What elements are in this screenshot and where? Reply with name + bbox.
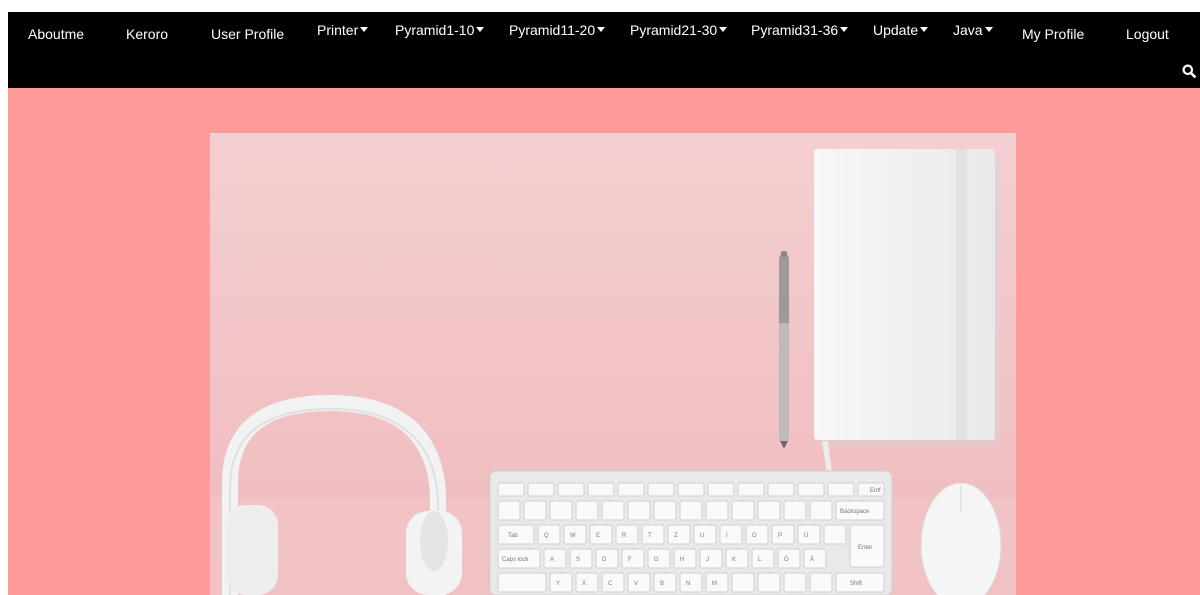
key-label-z: Z <box>674 533 678 539</box>
search-button[interactable] <box>1182 64 1196 78</box>
caret-down-icon <box>920 26 929 32</box>
key-label-enter: Enter <box>858 545 872 551</box>
key-label-r: R <box>622 533 627 539</box>
nav-printer-label: Printer <box>317 22 359 38</box>
key-label-x: X <box>582 581 586 587</box>
nav-printer-dropdown[interactable]: Printer <box>317 22 369 38</box>
hero-desk-image: Entf Backspace Tab Caps lock Enter Shift… <box>210 133 1016 595</box>
nav-pyramid11-20-dropdown[interactable]: Pyramid11-20 <box>509 22 606 38</box>
nav-pyramid21-30-label: Pyramid21-30 <box>630 22 718 38</box>
key-label-caps-lock: Caps lock <box>502 557 529 563</box>
nav-logout-label: Logout <box>1126 26 1169 42</box>
key-label-shift: Shift <box>850 581 862 587</box>
key-label-p: P <box>778 533 782 539</box>
nav-my-profile[interactable]: My Profile <box>1022 26 1084 42</box>
nav-keroro[interactable]: Keroro <box>126 26 168 42</box>
caret-down-icon <box>597 26 606 32</box>
nav-my-profile-label: My Profile <box>1022 26 1085 42</box>
nav-update-label: Update <box>873 22 919 38</box>
key-label-f: F <box>628 557 632 563</box>
key-label-j: J <box>706 557 709 563</box>
key-label-oe: Ö <box>784 556 789 563</box>
caret-down-icon <box>840 26 849 32</box>
key-label-k: K <box>732 557 736 563</box>
nav-keroro-label: Keroro <box>126 26 169 42</box>
key-label-w: W <box>570 533 576 539</box>
nav-pyramid1-10-label: Pyramid1-10 <box>395 22 475 38</box>
nav-user-profile-label: User Profile <box>211 26 285 42</box>
nav-java-label: Java <box>953 22 983 38</box>
caret-down-icon <box>719 26 728 32</box>
nav-pyramid31-36-label: Pyramid31-36 <box>751 22 839 38</box>
nav-java-dropdown[interactable]: Java <box>953 22 993 38</box>
key-label-ue: Ü <box>804 532 808 539</box>
key-label-u: U <box>700 533 704 539</box>
key-label-t: T <box>648 533 652 539</box>
key-label-m: M <box>712 581 717 587</box>
key-label-a: A <box>550 557 554 563</box>
notebook-icon <box>814 149 1000 473</box>
key-label-h: H <box>680 557 684 563</box>
nav-pyramid11-20-label: Pyramid11-20 <box>509 22 596 38</box>
key-label-entf: Entf <box>870 488 881 494</box>
key-label-q: Q <box>544 533 549 539</box>
key-label-s: S <box>576 557 580 563</box>
top-navbar: Aboutme Keroro User Profile Printer Pyra… <box>8 12 1200 88</box>
key-label-b: B <box>660 581 664 587</box>
key-label-v: V <box>634 581 638 587</box>
nav-aboutme[interactable]: Aboutme <box>28 26 84 42</box>
key-label-o: O <box>752 533 757 539</box>
key-label-c: C <box>608 581 613 587</box>
nav-user-profile[interactable]: User Profile <box>211 26 284 42</box>
caret-down-icon <box>360 26 369 32</box>
nav-logout[interactable]: Logout <box>1126 26 1169 42</box>
nav-pyramid21-30-dropdown[interactable]: Pyramid21-30 <box>630 22 728 38</box>
nav-pyramid31-36-dropdown[interactable]: Pyramid31-36 <box>751 22 849 38</box>
key-label-n: N <box>686 581 690 587</box>
nav-aboutme-label: Aboutme <box>28 26 85 42</box>
caret-down-icon <box>476 26 485 32</box>
key-label-tab: Tab <box>508 533 518 539</box>
key-label-backspace: Backspace <box>840 509 870 515</box>
pen-icon <box>779 251 789 449</box>
search-icon <box>1182 64 1196 78</box>
key-label-e: E <box>596 533 600 539</box>
nav-update-dropdown[interactable]: Update <box>873 22 929 38</box>
key-label-y: Y <box>556 581 560 587</box>
key-label-ae: Ä <box>810 556 814 563</box>
key-label-d: D <box>602 557 607 563</box>
caret-down-icon <box>984 26 993 32</box>
desk-photo: Entf Backspace Tab Caps lock Enter Shift… <box>210 133 1016 595</box>
key-label-g: G <box>654 557 659 563</box>
page-background: Aboutme Keroro User Profile Printer Pyra… <box>8 12 1200 595</box>
keyboard-icon: Entf Backspace Tab Caps lock Enter Shift… <box>489 470 893 595</box>
nav-pyramid1-10-dropdown[interactable]: Pyramid1-10 <box>395 22 485 38</box>
